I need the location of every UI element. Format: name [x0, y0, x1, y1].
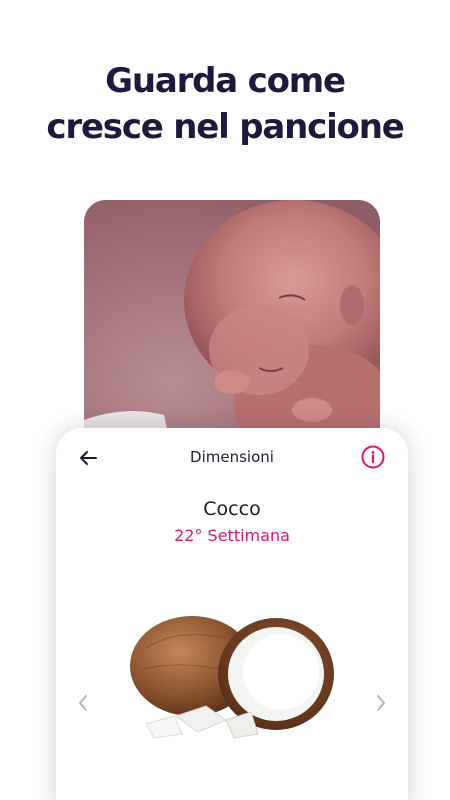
chevron-left-icon[interactable] — [74, 692, 92, 714]
headline-line-2: cresce nel pancione — [46, 107, 404, 147]
size-card: Dimensioni Cocco 22° Settimana — [56, 428, 408, 800]
week-label: 22° Settimana — [174, 526, 290, 545]
info-circle-icon[interactable] — [360, 444, 386, 470]
onboarding-screen: Guarda come cresce nel pancione Dimensio… — [0, 0, 450, 800]
coconut-image — [126, 608, 340, 748]
coconut-illustration — [130, 616, 334, 739]
fruit-name: Cocco — [203, 498, 261, 520]
screen-title: Dimensioni — [190, 448, 274, 466]
fetus-illustration — [84, 200, 380, 460]
chevron-right-icon[interactable] — [372, 692, 390, 714]
headline-line-1: Guarda come — [105, 61, 346, 101]
top-bar: Dimensioni — [56, 442, 408, 474]
headline: Guarda come cresce nel pancione — [0, 58, 450, 150]
fetus-image — [84, 200, 380, 460]
